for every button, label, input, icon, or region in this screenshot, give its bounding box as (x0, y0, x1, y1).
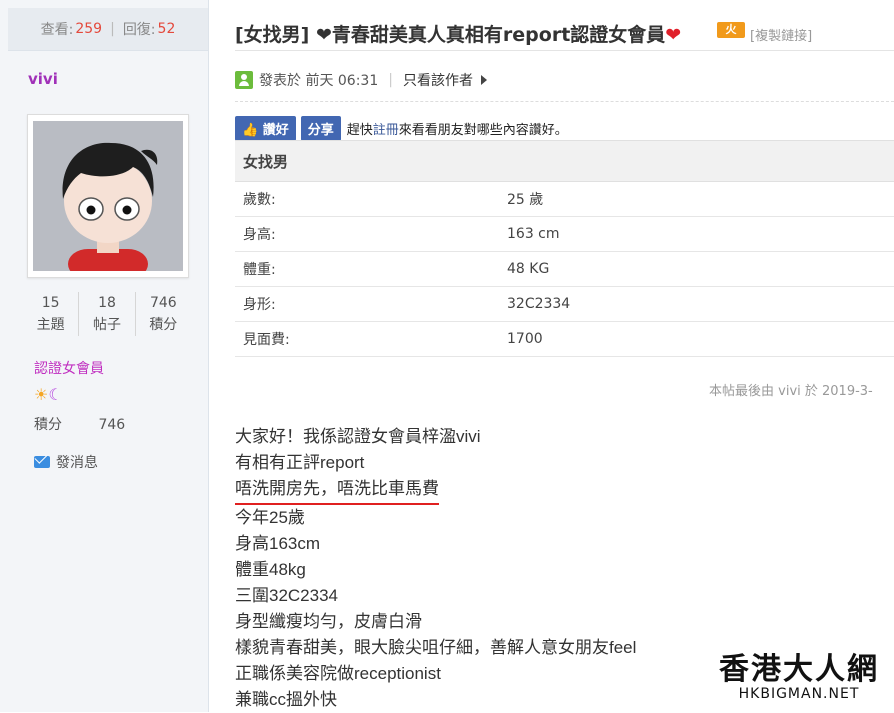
table-row: 歲數: 25 歲 (235, 181, 894, 217)
posted-label: 發表於 (259, 73, 301, 89)
table-header: 女找男 (235, 140, 894, 182)
fb-prompt-before: 趕快 (346, 123, 373, 138)
fb-register-link[interactable]: 註冊 (373, 119, 399, 138)
post-body: 大家好！我係認證女會員梓溋vivi 有相有正評report 唔洗開房先，唔洗比車… (235, 424, 636, 713)
watermark-english: HKBIGMAN.NET (738, 686, 860, 702)
author-sidebar: 查看: 259 | 回復: 52 vivi 15 主題 18 帖子 746 積分… (0, 0, 209, 712)
body-line: 身型纖瘦均勻，皮膚白滑 (235, 612, 422, 631)
user-role[interactable]: 認證女會員 (34, 358, 104, 378)
body-line: 體重48kg (235, 560, 306, 579)
user-icon (235, 71, 253, 89)
replies-count: 52 (157, 21, 176, 37)
body-line-underlined: 唔洗開房先，唔洗比車馬費 (235, 476, 439, 505)
row-label: 身高: (235, 216, 499, 252)
profile-info-table: 女找男 歲數: 25 歲 身高: 163 cm 體重: 48 KG 身形: 32… (235, 140, 894, 357)
stat-posts[interactable]: 18 帖子 (78, 292, 134, 336)
only-author-link[interactable]: 只看該作者 (403, 70, 473, 90)
posted-time: 前天 06:31 (305, 73, 379, 89)
body-line: 有相有正評report (235, 453, 365, 472)
mail-icon (34, 456, 50, 468)
avatar[interactable] (27, 114, 189, 278)
body-line: 三圍32C2334 (235, 586, 339, 605)
row-label: 身形: (235, 286, 499, 322)
sidebar-divider (8, 50, 208, 51)
stat-topics-label: 主題 (36, 317, 65, 333)
row-value: 48 KG (499, 251, 894, 287)
fb-share-button[interactable]: 分享 (300, 116, 341, 141)
body-line: 身高163cm (235, 534, 321, 553)
points-value: 746 (98, 417, 126, 433)
stat-posts-value: 18 (98, 295, 116, 311)
hot-badge-icon: 火 (717, 22, 745, 38)
body-line: 樣貌青春甜美，眼大臉尖咀仔細，善解人意女朋友feel (235, 638, 637, 657)
red-heart-icon: ❤ (665, 24, 682, 46)
copy-link-button[interactable]: [複製鏈接] (750, 25, 812, 44)
row-value: 1700 (499, 321, 894, 357)
stat-credits[interactable]: 746 積分 (134, 292, 191, 336)
user-badges: ☀☾ (34, 385, 63, 404)
moon-icon: ☾ (48, 385, 63, 404)
stats-divider: | (110, 21, 115, 37)
row-value: 32C2334 (499, 286, 894, 322)
stat-posts-label: 帖子 (92, 317, 121, 333)
body-line: 兼職cc搵外快 (235, 690, 337, 709)
post-meta: 發表於 前天 06:31 | 只看該作者 (235, 70, 487, 90)
row-value: 163 cm (499, 216, 894, 252)
heart-icon: ❤ (316, 24, 332, 46)
fb-like-label: 讚好 (262, 123, 289, 138)
body-line: 大家好！我係認證女會員梓溋vivi (235, 427, 481, 446)
replies-label: 回復: (122, 22, 156, 38)
meta-divider: | (388, 72, 393, 88)
row-label: 體重: (235, 251, 499, 287)
row-value: 25 歲 (499, 181, 894, 217)
thread-title: [女找男] ❤青春甜美真人真相有report認證女會員❤ (235, 20, 681, 47)
table-header-row: 女找男 (235, 140, 894, 182)
stat-topics[interactable]: 15 主題 (23, 292, 78, 336)
table-row: 身高: 163 cm (235, 216, 894, 252)
stat-credits-value: 746 (149, 295, 177, 311)
last-edited-note: 本帖最後由 vivi 於 2019-3- (709, 384, 873, 399)
caret-right-icon (480, 75, 487, 85)
views-label: 查看: (40, 22, 74, 38)
avatar-cartoon-image (33, 121, 183, 271)
stat-credits-label: 積分 (149, 317, 178, 333)
title-divider (235, 50, 894, 51)
post-main: [女找男] ❤青春甜美真人真相有report認證女會員❤ 火 [複製鏈接] 發表… (209, 0, 894, 712)
author-username[interactable]: vivi (28, 70, 58, 88)
site-watermark: 香港大人網 HKBIGMAN.NET (714, 652, 884, 703)
row-label: 見面費: (235, 321, 499, 357)
facebook-row: 👍 讚好 分享 趕快 註冊 來看看朋友對哪些內容讚好。 (235, 116, 568, 141)
sun-icon: ☀ (34, 385, 49, 404)
table-row: 身形: 32C2334 (235, 286, 894, 322)
author-stats: 15 主題 18 帖子 746 積分 (23, 292, 191, 336)
thread-title-prefix: [女找男] (235, 24, 310, 46)
points-label: 積分 (34, 417, 62, 433)
table-row: 體重: 48 KG (235, 251, 894, 287)
stat-topics-value: 15 (41, 295, 60, 311)
fb-prompt-after: 來看看朋友對哪些內容讚好。 (398, 123, 568, 138)
thread-stats: 查看: 259 | 回復: 52 (8, 8, 208, 50)
watermark-chinese: 香港大人網 (719, 652, 879, 687)
table-row: 見面費: 1700 (235, 321, 894, 357)
body-line: 正職係美容院做receptionist (235, 664, 441, 683)
views-count: 259 (75, 21, 103, 37)
fb-like-button[interactable]: 👍 讚好 (235, 116, 296, 141)
row-label: 歲數: (235, 181, 499, 217)
send-message-link[interactable]: 發消息 (34, 452, 98, 472)
thread-title-text: 青春甜美真人真相有report認證女會員 (331, 24, 666, 46)
meta-divider-line (235, 101, 894, 102)
body-line: 今年25歲 (235, 508, 305, 527)
user-points: 積分 746 (34, 414, 125, 434)
send-message-label: 發消息 (56, 455, 98, 471)
